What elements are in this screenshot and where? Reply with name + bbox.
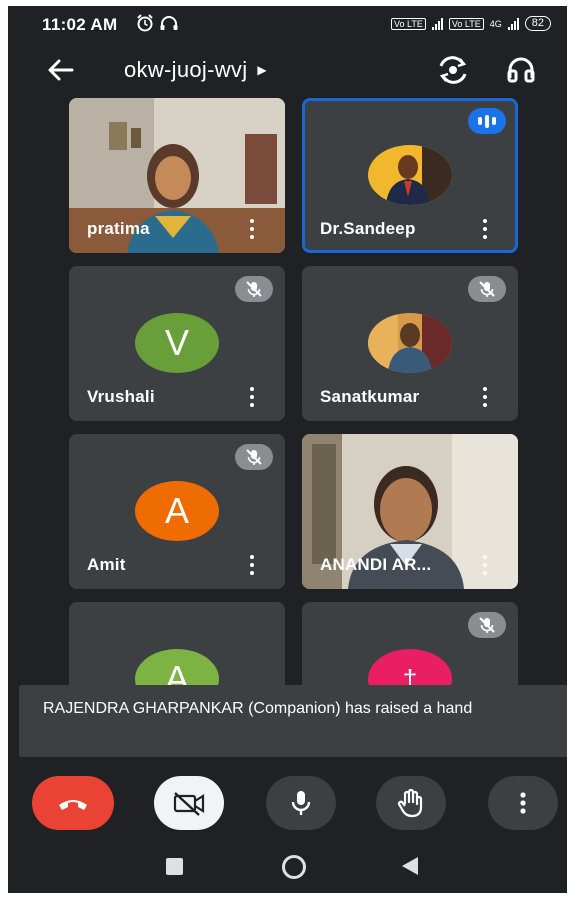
participant-name: ANANDI AR...	[320, 555, 432, 574]
meeting-code: okw-juoj-wvj	[124, 57, 248, 82]
participant-name: Amit	[87, 555, 126, 574]
raise-hand-icon	[397, 788, 423, 818]
call-controls	[8, 766, 567, 836]
more-options-button[interactable]	[488, 776, 558, 830]
recent-apps-button[interactable]	[166, 858, 183, 875]
microphone-button[interactable]	[266, 776, 336, 830]
status-time: 11:02 AM	[42, 15, 118, 34]
tile-more-options-button[interactable]	[482, 387, 488, 407]
network-type: 4G	[489, 18, 502, 29]
participant-tile-anandi[interactable]: ANANDI AR...	[302, 434, 518, 589]
phone-screen: 11:02 AM Vo LTE Vo LTE 4G 82 okw-juoj-wv…	[8, 6, 567, 893]
raised-hand-notification: RAJENDRA GHARPANKAR (Companion) has rais…	[19, 685, 567, 757]
participant-name: Vrushali	[87, 387, 155, 406]
participant-tile-vrushali[interactable]: V Vrushali	[69, 266, 285, 421]
meeting-code-button[interactable]: okw-juoj-wvj ▶	[124, 57, 267, 83]
system-navigation-bar	[8, 846, 567, 893]
participant-initial-avatar: V	[135, 313, 219, 373]
alarm-clock-icon	[137, 14, 178, 32]
mic-off-icon	[235, 444, 273, 470]
tile-more-options-button[interactable]	[249, 387, 255, 407]
mic-off-icon	[468, 276, 506, 302]
status-bar: 11:02 AM Vo LTE Vo LTE 4G 82	[8, 6, 567, 42]
tile-more-options-button[interactable]	[482, 219, 488, 239]
speaking-indicator-icon	[468, 108, 506, 134]
participant-name: pratima	[87, 219, 150, 238]
meeting-header: okw-juoj-wvj ▶	[8, 44, 567, 96]
participant-name: Sanatkumar	[320, 387, 420, 406]
back-arrow-icon	[48, 59, 74, 81]
volte-badge: Vo LTE	[391, 17, 426, 30]
alarm-headset-icons	[136, 13, 180, 38]
participant-tile-amit[interactable]: A Amit	[69, 434, 285, 589]
caret-right-icon: ▶	[257, 63, 267, 77]
mic-off-icon	[235, 276, 273, 302]
signal-bars-icon	[507, 17, 519, 30]
participant-tile-dr-sandeep[interactable]: Dr.Sandeep	[302, 98, 518, 253]
microphone-icon	[291, 791, 311, 815]
status-right: Vo LTE Vo LTE 4G 82	[391, 16, 551, 31]
tile-more-options-button[interactable]	[249, 555, 255, 575]
phone-hangup-icon	[59, 800, 87, 810]
tile-more-options-button[interactable]	[482, 555, 488, 575]
volte-badge: Vo LTE	[448, 17, 484, 30]
signal-bars-icon	[431, 17, 443, 30]
participant-name: Dr.Sandeep	[320, 219, 416, 238]
participant-avatar	[368, 145, 452, 205]
participant-tile-sanatkumar[interactable]: Sanatkumar	[302, 266, 518, 421]
hang-up-button[interactable]	[32, 776, 114, 830]
raise-hand-button[interactable]	[376, 776, 446, 830]
participant-avatar	[368, 313, 452, 373]
headphones-icon	[507, 57, 535, 83]
battery-indicator: 82	[524, 16, 551, 31]
home-button[interactable]	[282, 855, 306, 879]
audio-output-button[interactable]	[506, 56, 536, 84]
participant-tile-pratima[interactable]: pratima	[69, 98, 285, 253]
tile-more-options-button[interactable]	[249, 219, 255, 239]
system-back-button[interactable]	[402, 857, 418, 875]
back-button[interactable]	[46, 56, 76, 84]
more-vertical-icon	[520, 792, 526, 814]
mic-off-icon	[468, 612, 506, 638]
camera-toggle-button[interactable]	[154, 776, 224, 830]
switch-camera-button[interactable]	[436, 54, 470, 86]
participant-initial-avatar: A	[135, 481, 219, 541]
switch-camera-icon	[439, 56, 467, 84]
camera-off-icon	[173, 792, 205, 816]
